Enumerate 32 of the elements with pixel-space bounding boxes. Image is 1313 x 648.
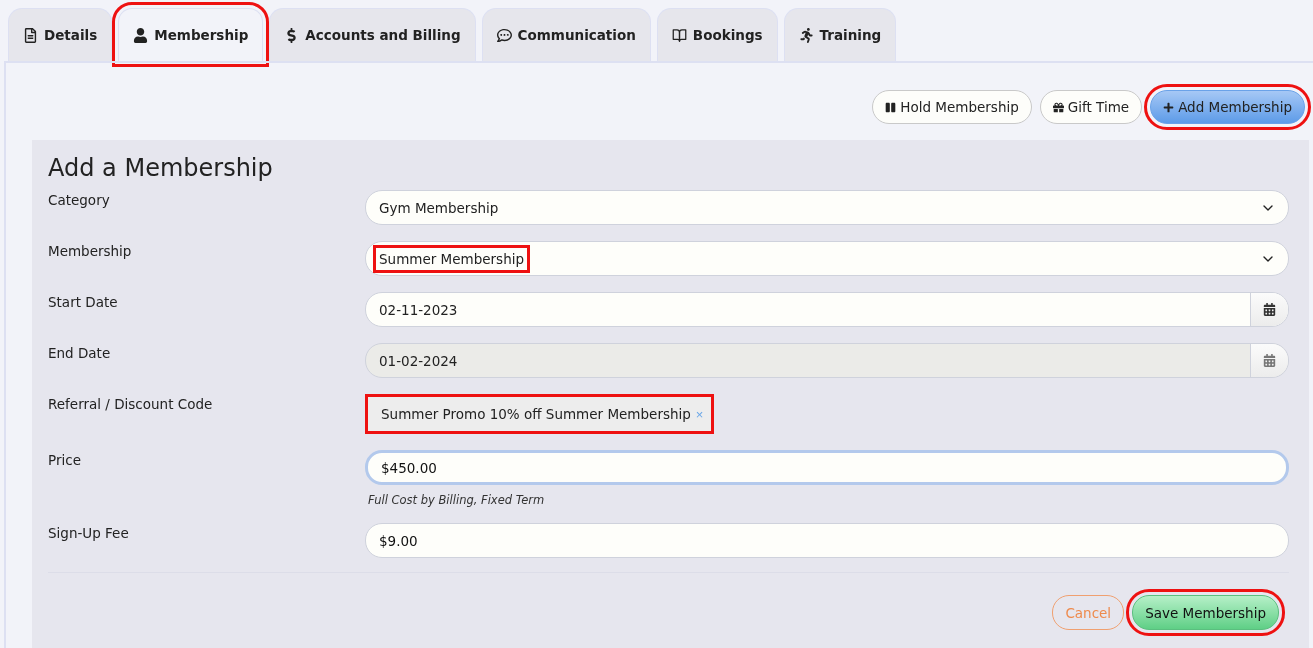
select-field[interactable]: Summer Membership — [365, 241, 1289, 276]
runner-icon — [798, 27, 814, 43]
gift-icon — [1052, 101, 1064, 113]
field-label: End Date — [48, 344, 111, 361]
field-label: Category — [48, 191, 110, 208]
tag-text: Summer Promo 10% off Summer Membership — [381, 406, 691, 422]
field-label: Sign-Up Fee — [48, 524, 129, 541]
book-icon — [671, 27, 687, 43]
tab[interactable]: Accounts and Billing — [269, 8, 476, 61]
field-label: Membership — [48, 242, 132, 259]
document-icon — [23, 27, 38, 43]
calendar-icon — [1263, 354, 1276, 367]
tab[interactable]: Bookings — [656, 8, 778, 61]
text-field[interactable]: $9.00 — [365, 523, 1289, 558]
field-label: Referral / Discount Code — [48, 395, 213, 412]
action-button[interactable]: Hold Membership — [872, 90, 1032, 124]
tab[interactable]: Details — [8, 8, 113, 61]
tab[interactable]: Communication — [481, 8, 651, 61]
person-icon — [133, 27, 149, 43]
speech-bubble-icon — [496, 27, 512, 43]
field-label: Start Date — [48, 293, 118, 310]
text-field[interactable]: $450.00 — [365, 450, 1289, 485]
tab[interactable]: Training — [783, 8, 897, 61]
pause-icon — [885, 101, 897, 113]
form-title: Add a Membership — [48, 154, 274, 182]
help-text: Full Cost by Billing, Fixed Term — [368, 493, 545, 507]
calendar-icon — [1263, 303, 1276, 316]
field-label: Price — [48, 451, 81, 468]
calendar-button[interactable] — [1250, 293, 1288, 326]
plus-icon — [1163, 101, 1175, 113]
select-field[interactable]: Gym Membership — [365, 190, 1289, 225]
action-button[interactable]: Gift Time — [1039, 90, 1143, 124]
